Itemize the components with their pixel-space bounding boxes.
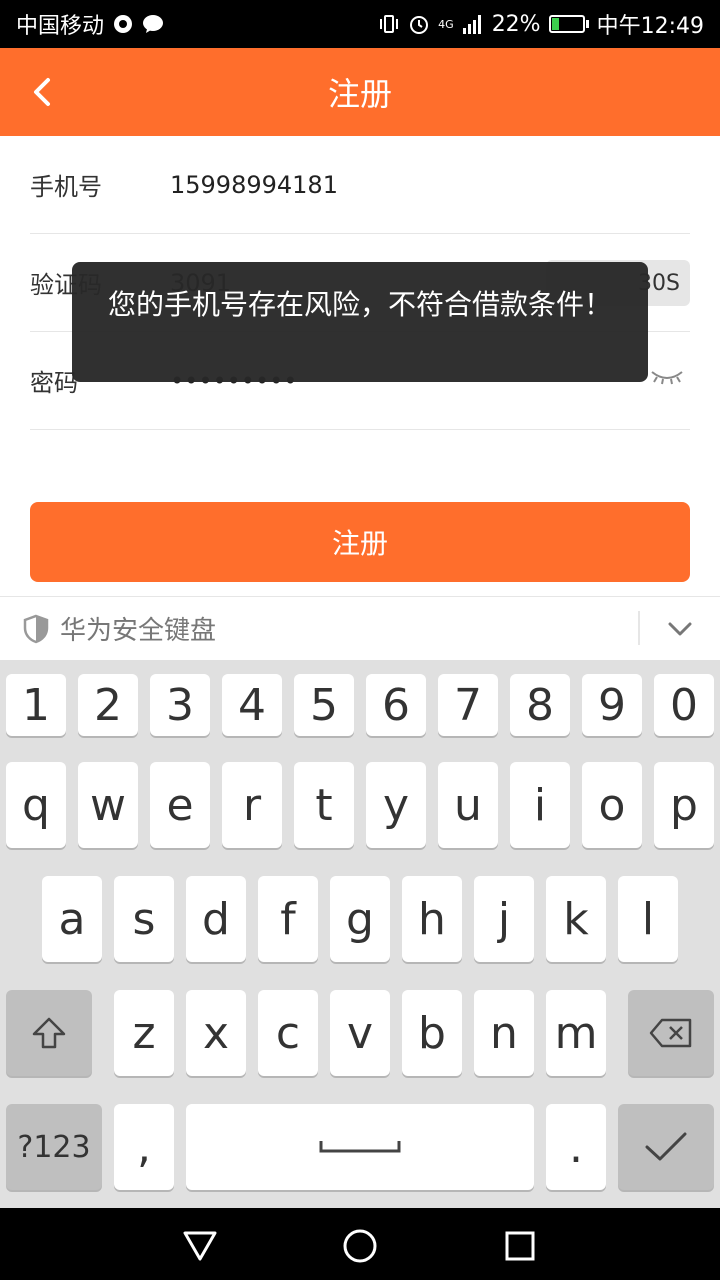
shift-key[interactable]: [6, 990, 92, 1076]
keyboard-header-divider: [638, 611, 640, 645]
key-r[interactable]: r: [222, 762, 282, 848]
register-button[interactable]: 注册: [30, 502, 690, 582]
confirm-key[interactable]: [618, 1104, 714, 1190]
eye-closed-icon[interactable]: [650, 368, 684, 386]
circle-home-icon: [343, 1229, 377, 1263]
key-l[interactable]: l: [618, 876, 678, 962]
key-h[interactable]: h: [402, 876, 462, 962]
status-bar: 中国移动 4G 22% 中午12:49: [0, 0, 720, 48]
space-bar-icon: [319, 1141, 401, 1153]
shift-arrow-icon: [32, 1017, 66, 1049]
battery-percent: 22%: [491, 11, 541, 37]
clock: 中午12:49: [596, 14, 704, 39]
key-o[interactable]: o: [582, 762, 642, 848]
backspace-key[interactable]: [628, 990, 714, 1076]
phone-input[interactable]: 15998994181: [170, 171, 338, 199]
battery-icon: [548, 15, 589, 33]
keyboard-title: 华为安全键盘: [60, 616, 217, 646]
key-q[interactable]: q: [6, 762, 66, 848]
key-s[interactable]: s: [114, 876, 174, 962]
key-t[interactable]: t: [294, 762, 354, 848]
key-e[interactable]: e: [150, 762, 210, 848]
triangle-back-icon: [183, 1231, 217, 1261]
vibrate-icon: [378, 13, 400, 35]
system-nav-bar: [0, 1208, 720, 1280]
shield-icon: [23, 614, 49, 643]
nav-back-button[interactable]: [180, 1226, 220, 1266]
key-n[interactable]: n: [474, 990, 534, 1076]
key-6[interactable]: 6: [366, 674, 426, 736]
key-w[interactable]: w: [78, 762, 138, 848]
key-u[interactable]: u: [438, 762, 498, 848]
key-9[interactable]: 9: [582, 674, 642, 736]
key-k[interactable]: k: [546, 876, 606, 962]
symbols-key[interactable]: ?123: [6, 1104, 102, 1190]
key-8[interactable]: 8: [510, 674, 570, 736]
key-c[interactable]: c: [258, 990, 318, 1076]
key-g[interactable]: g: [330, 876, 390, 962]
page-title: 注册: [327, 75, 392, 113]
backspace-icon: [649, 1018, 692, 1048]
key-f[interactable]: f: [258, 876, 318, 962]
key-y[interactable]: y: [366, 762, 426, 848]
period-key[interactable]: .: [546, 1104, 606, 1190]
key-1[interactable]: 1: [6, 674, 66, 736]
key-4[interactable]: 4: [222, 674, 282, 736]
keyboard: 1 2 3 4 5 6 7 8 9 0 q w e r t y u i o p …: [0, 660, 720, 1208]
toast-message: 您的手机号存在风险，不符合借款条件！: [72, 262, 648, 382]
status-left: 中国移动: [16, 8, 164, 40]
status-right: 4G 22% 中午12:49: [378, 8, 704, 40]
key-m[interactable]: m: [546, 990, 606, 1076]
nav-recents-button[interactable]: [500, 1226, 540, 1266]
app-header: 注册: [0, 48, 720, 136]
phone-row: 手机号 15998994181: [30, 136, 690, 234]
key-d[interactable]: d: [186, 876, 246, 962]
key-j[interactable]: j: [474, 876, 534, 962]
carrier-name: 中国移动: [16, 14, 105, 39]
keyboard-header: 华为安全键盘: [0, 596, 720, 660]
chevron-left-icon: [34, 78, 50, 106]
chat-notification-icon: [142, 13, 164, 35]
back-button[interactable]: [20, 70, 64, 114]
key-a[interactable]: a: [42, 876, 102, 962]
key-2[interactable]: 2: [78, 674, 138, 736]
checkmark-icon: [645, 1132, 687, 1161]
nav-home-button[interactable]: [340, 1226, 380, 1266]
key-v[interactable]: v: [330, 990, 390, 1076]
key-0[interactable]: 0: [654, 674, 714, 736]
key-5[interactable]: 5: [294, 674, 354, 736]
space-key[interactable]: [186, 1104, 534, 1190]
alarm-icon: [408, 13, 430, 35]
app-notification-icon: [112, 13, 134, 35]
key-7[interactable]: 7: [438, 674, 498, 736]
phone-label: 手机号: [30, 173, 102, 201]
key-z[interactable]: z: [114, 990, 174, 1076]
key-p[interactable]: p: [654, 762, 714, 848]
comma-key[interactable]: ,: [114, 1104, 174, 1190]
key-i[interactable]: i: [510, 762, 570, 848]
network-type: 4G: [438, 17, 454, 31]
square-recents-icon: [505, 1231, 535, 1261]
signal-icon: [462, 13, 484, 35]
key-x[interactable]: x: [186, 990, 246, 1076]
chevron-down-icon[interactable]: [664, 613, 696, 645]
key-3[interactable]: 3: [150, 674, 210, 736]
key-b[interactable]: b: [402, 990, 462, 1076]
